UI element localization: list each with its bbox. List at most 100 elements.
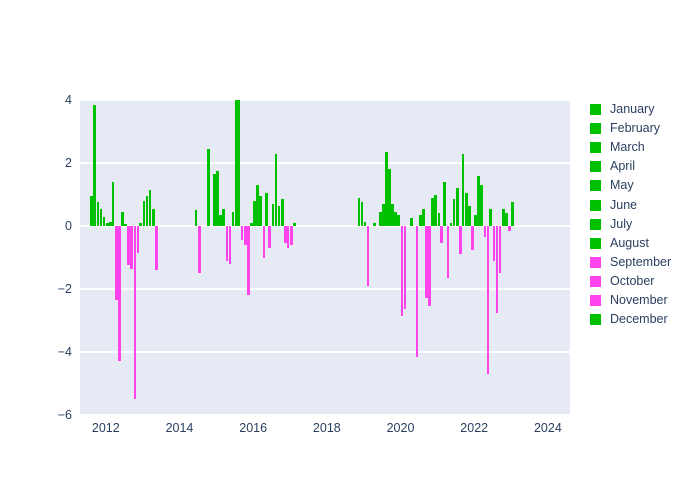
bar[interactable] (373, 222, 376, 226)
legend-item-label: October (610, 273, 655, 288)
bar[interactable] (293, 222, 296, 226)
x-tick-label: 2012 (91, 421, 120, 435)
legend-item[interactable]: November (590, 291, 698, 310)
bar[interactable] (378, 211, 382, 226)
y-tick-label: −6 (57, 408, 72, 422)
bar[interactable] (148, 189, 152, 226)
legend-swatch-icon (590, 275, 601, 287)
bar[interactable] (458, 226, 462, 255)
bar[interactable] (489, 208, 493, 226)
legend-item[interactable]: April (590, 157, 698, 176)
legend-item[interactable]: June (590, 195, 698, 214)
bar[interactable] (437, 213, 441, 226)
legend-item-label: December (610, 312, 668, 327)
bar[interactable] (222, 208, 225, 226)
bar[interactable] (111, 181, 115, 226)
legend-item[interactable]: October (590, 272, 698, 291)
legend-item-label: April (610, 159, 636, 174)
bar[interactable] (198, 226, 201, 274)
bar[interactable] (240, 226, 244, 241)
bar[interactable] (422, 208, 425, 226)
bar[interactable] (136, 226, 140, 253)
legend-item-label: August (610, 235, 649, 250)
bar[interactable] (250, 222, 253, 226)
bar[interactable] (434, 194, 437, 226)
gridline (80, 100, 570, 101)
bar[interactable] (409, 218, 413, 226)
legend-item-label: September (610, 254, 672, 269)
bar[interactable] (452, 199, 456, 226)
legend-item[interactable]: May (590, 176, 698, 195)
bar[interactable] (121, 211, 124, 226)
bar[interactable] (486, 226, 490, 375)
bar[interactable] (461, 153, 465, 226)
bar[interactable] (265, 192, 269, 226)
legend-item[interactable]: December (590, 310, 698, 329)
bar[interactable] (507, 226, 511, 231)
bar[interactable] (286, 226, 290, 249)
y-tick-label: 4 (65, 93, 72, 107)
bar[interactable] (268, 226, 272, 249)
bar[interactable] (366, 226, 370, 286)
x-tick-label: 2014 (165, 421, 194, 435)
bar[interactable] (388, 169, 391, 226)
bar[interactable] (228, 226, 232, 264)
bar[interactable] (290, 226, 293, 245)
bar[interactable] (428, 226, 431, 307)
gridline (80, 351, 570, 353)
bar[interactable] (468, 205, 471, 226)
bar[interactable] (130, 226, 133, 269)
bar[interactable] (443, 181, 447, 226)
legend-item[interactable]: July (590, 215, 698, 234)
bar[interactable] (237, 100, 241, 226)
bar[interactable] (247, 226, 250, 296)
bar[interactable] (194, 210, 198, 226)
legend-item[interactable]: August (590, 234, 698, 253)
x-tick-label: 2016 (239, 421, 268, 435)
legend-swatch-icon (590, 142, 601, 154)
bar[interactable] (259, 196, 262, 226)
legend-item-label: March (610, 140, 645, 155)
bar[interactable] (93, 104, 97, 226)
legend-item[interactable]: February (590, 119, 698, 138)
bar[interactable] (277, 205, 281, 226)
bar[interactable] (498, 226, 502, 274)
legend-item[interactable]: January (590, 100, 698, 119)
bar[interactable] (415, 226, 419, 357)
legend-item[interactable]: March (590, 138, 698, 157)
x-tick-label: 2022 (460, 421, 489, 435)
bar[interactable] (397, 214, 400, 226)
bar[interactable] (480, 185, 483, 226)
bar[interactable] (152, 208, 155, 226)
chart-legend: January February March April May June July Augu… (590, 100, 698, 329)
bar[interactable] (280, 199, 284, 226)
bar[interactable] (446, 226, 450, 278)
bar[interactable] (403, 226, 407, 310)
bar[interactable] (102, 216, 106, 226)
bar[interactable] (440, 226, 444, 244)
legend-swatch-icon (590, 218, 601, 230)
legend-item-label: June (610, 197, 638, 212)
bar[interactable] (213, 174, 216, 226)
y-tick-label: 2 (65, 156, 72, 170)
bar[interactable] (504, 213, 508, 226)
bar[interactable] (471, 226, 474, 250)
bar[interactable] (511, 202, 514, 226)
plot-area (80, 100, 570, 415)
bar[interactable] (262, 226, 266, 258)
gridline (80, 162, 570, 164)
legend-item-label: January (610, 102, 655, 117)
legend-swatch-icon (590, 180, 601, 192)
legend-swatch-icon (590, 294, 601, 306)
bar[interactable] (231, 211, 235, 226)
bar[interactable] (455, 188, 459, 226)
bar[interactable] (118, 226, 121, 362)
bar[interactable] (207, 148, 210, 226)
x-tick-label: 2018 (312, 421, 341, 435)
bar[interactable] (154, 226, 158, 271)
bar[interactable] (360, 202, 364, 226)
gridline (80, 414, 570, 415)
bar[interactable] (139, 222, 143, 226)
legend-item[interactable]: September (590, 253, 698, 272)
bar[interactable] (425, 226, 428, 299)
